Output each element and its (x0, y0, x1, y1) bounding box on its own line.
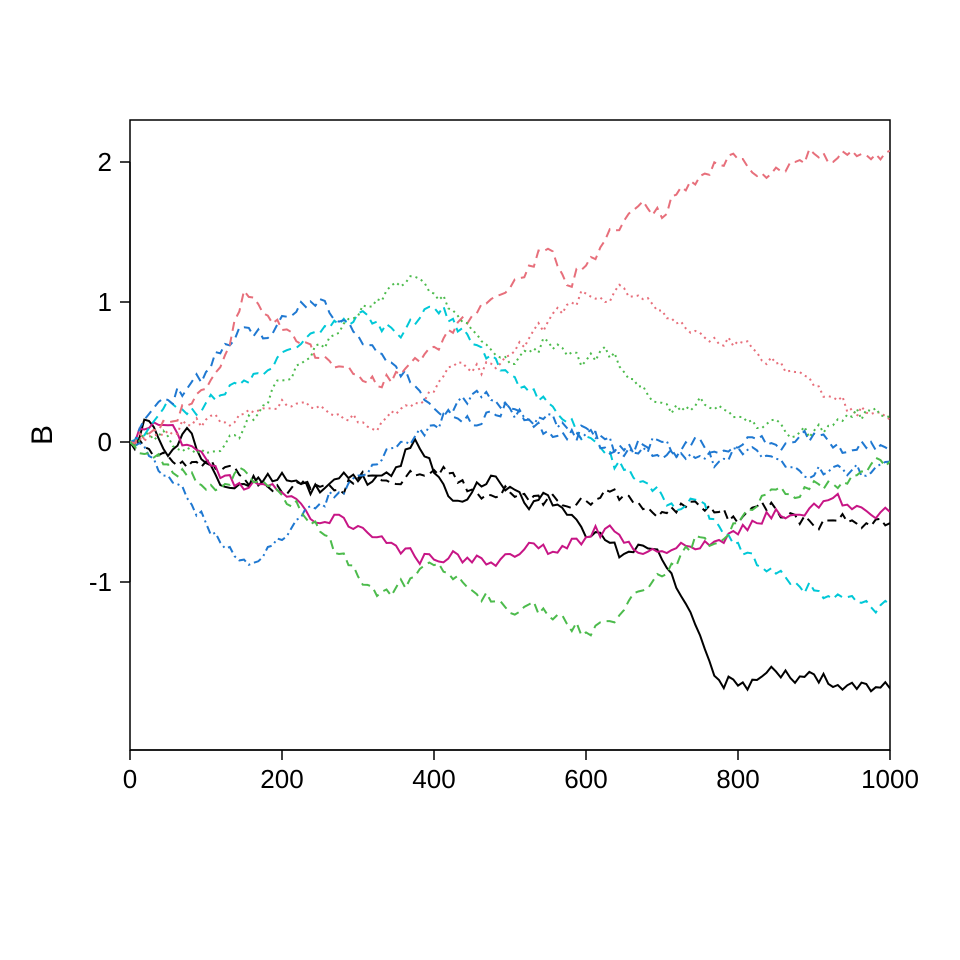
chart-container: 0 200 400 600 800 1000 -1 0 1 2 B (0, 0, 960, 960)
path-black-solid (130, 420, 890, 692)
path-pink-2 (130, 285, 890, 444)
y-tick-label: 2 (98, 147, 112, 177)
path-blue-2 (130, 391, 890, 565)
y-tick-label: 1 (98, 287, 112, 317)
path-cyan (130, 306, 890, 612)
path-blue-1 (130, 299, 890, 459)
y-axis-label: B (26, 425, 59, 445)
y-tick-label: -1 (89, 567, 112, 597)
path-green-2 (130, 442, 890, 635)
plot-frame (130, 120, 890, 750)
x-tick-label: 600 (564, 764, 607, 794)
x-tick-label: 0 (123, 764, 137, 794)
path-green-1 (130, 276, 890, 453)
chart-svg: 0 200 400 600 800 1000 -1 0 1 2 B (0, 0, 960, 960)
path-pink-1 (130, 149, 890, 443)
x-tick-label: 400 (412, 764, 455, 794)
x-tick-label: 200 (260, 764, 303, 794)
x-tick-label: 800 (716, 764, 759, 794)
x-tick-label: 1000 (861, 764, 919, 794)
y-tick-label: 0 (98, 427, 112, 457)
